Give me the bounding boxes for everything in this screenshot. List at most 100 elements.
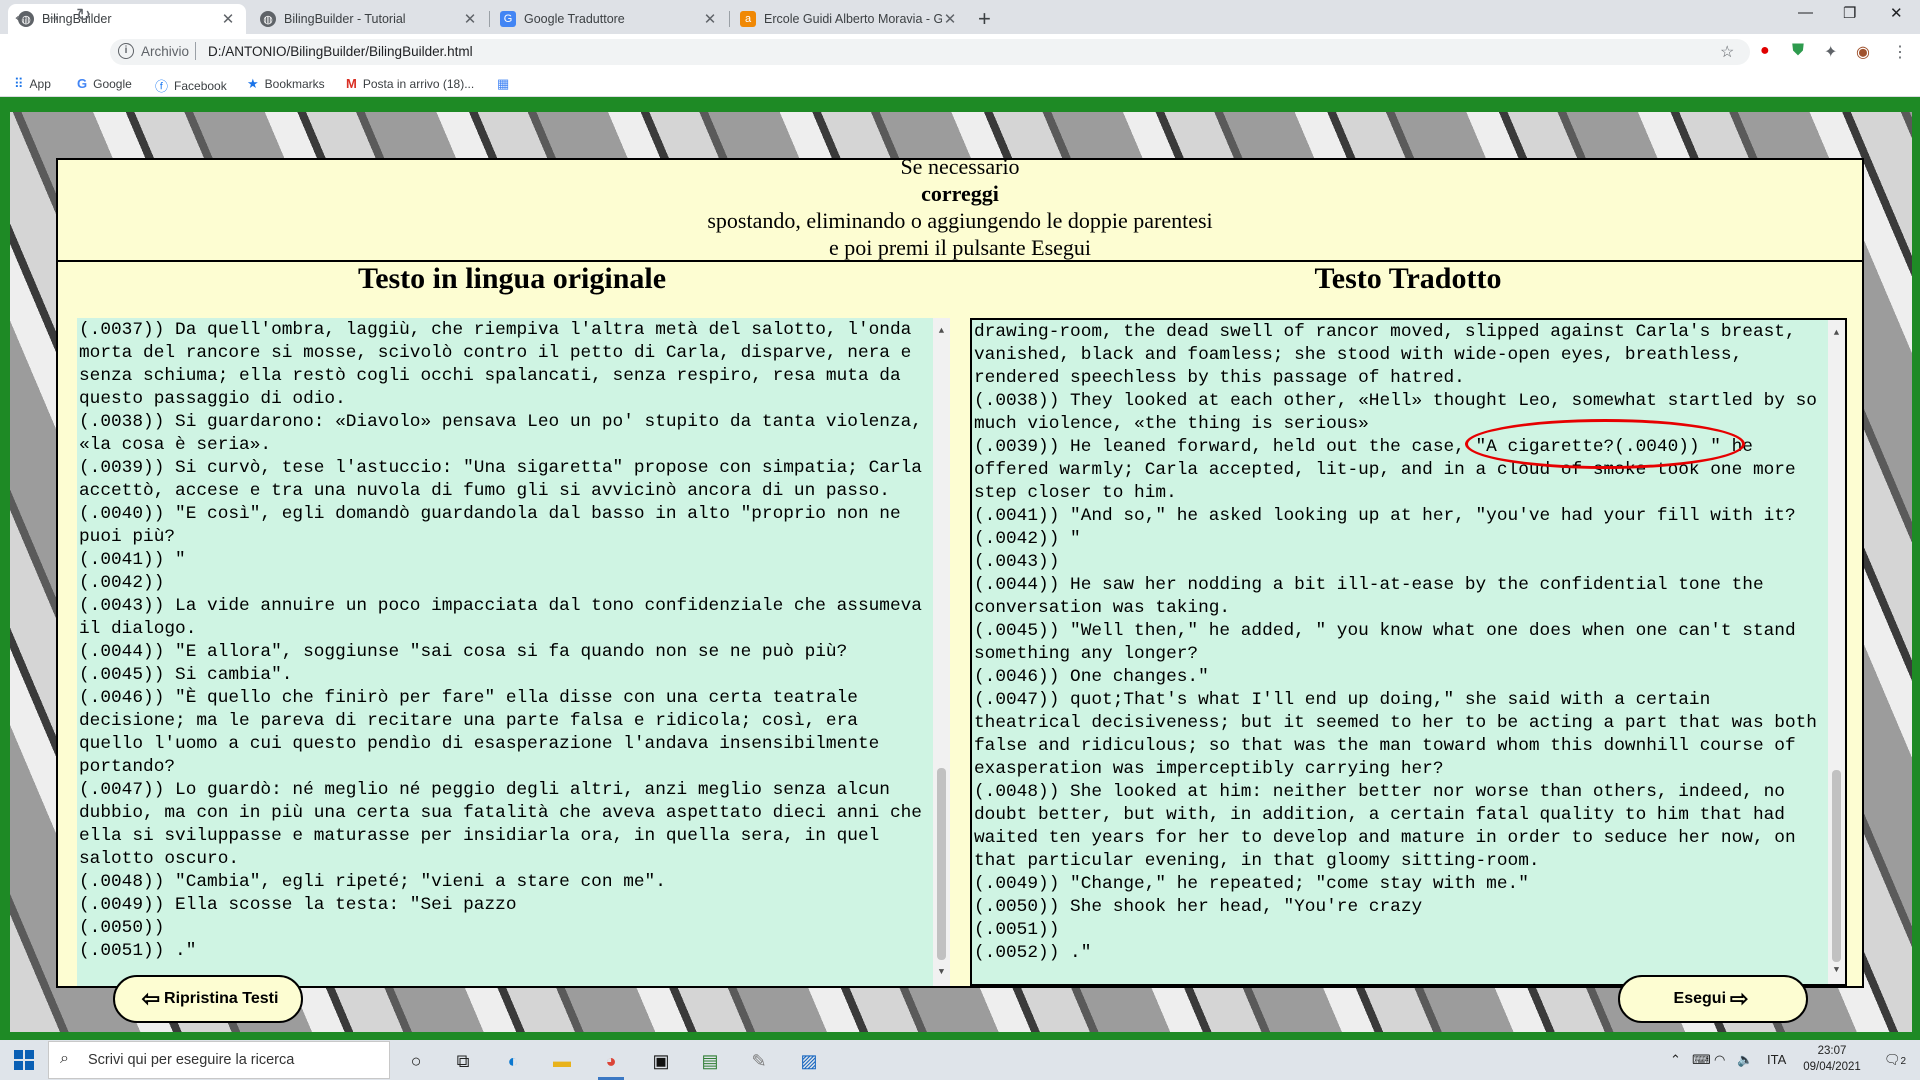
tab-google-translate[interactable]: G Google Traduttore ✕ <box>490 4 728 34</box>
cortana-icon[interactable]: ○ <box>403 1048 429 1074</box>
wifi-icon[interactable]: ◠ <box>1714 1052 1725 1068</box>
bookmark-bookmarks[interactable]: ★ Bookmarks <box>247 76 325 92</box>
forward-icon[interactable]: → <box>44 5 62 26</box>
text-line: salotto oscuro. <box>79 849 240 869</box>
text-line: puoi più? <box>79 527 176 547</box>
scroll-up-icon[interactable]: ▲ <box>933 320 950 343</box>
scroll-down-icon[interactable]: ▼ <box>933 961 950 984</box>
file-explorer-icon[interactable]: ▬ <box>549 1048 575 1074</box>
text-line: (.0049)) "Change," he repeated; "come st… <box>974 874 1529 894</box>
text-line: (.0038)) They looked at each other, «Hel… <box>974 391 1817 411</box>
original-textarea[interactable]: (.0037)) Da quell'ombra, laggiù, che rie… <box>77 318 950 986</box>
windows-start-icon[interactable] <box>14 1050 34 1070</box>
scrollbar-thumb[interactable] <box>1832 770 1841 962</box>
instruction-line-1: Se necessario <box>900 154 1020 179</box>
terminal-icon[interactable]: ▣ <box>648 1048 674 1074</box>
text-line: theatrical decisiveness; but it seemed t… <box>974 713 1817 733</box>
bookmark-google[interactable]: G Google <box>77 76 132 91</box>
text-line: (.0049)) Ella scosse la testa: "Sei pazz… <box>79 895 517 915</box>
scrollbar[interactable]: ▲ ▼ <box>933 318 950 986</box>
text-line: something any longer? <box>974 644 1199 664</box>
text-line: decisione; ma le pareva di recitare una … <box>79 711 858 731</box>
translated-text-content: drawing-room, the dead swell of rancor m… <box>972 320 1845 965</box>
text-line: (.0044)) He saw her nodding a bit ill-at… <box>974 575 1764 595</box>
meet-icon[interactable]: ⌨ <box>1692 1052 1711 1068</box>
text-line: «la cosa è seria». <box>79 435 272 455</box>
text-line: (.0039)) Si curvò, tese l'astuccio: "Una… <box>79 458 922 478</box>
tab-tutorial[interactable]: ◍ BilingBuilder - Tutorial ✕ <box>250 4 488 34</box>
volume-icon[interactable]: 🔈 <box>1737 1052 1753 1068</box>
reload-icon[interactable]: ↻ <box>76 5 91 26</box>
text-line: il dialogo. <box>79 619 197 639</box>
avatar[interactable]: ◉ <box>1856 42 1870 62</box>
url-text[interactable]: D:/ANTONIO/BilingBuilder/BilingBuilder.h… <box>208 44 473 59</box>
info-icon[interactable]: i <box>118 43 134 59</box>
text-line: portando? <box>79 757 176 777</box>
text-line: (.0047)) quot;That's what I'll end up do… <box>974 690 1711 710</box>
tab-moravia[interactable]: a Ercole Guidi Alberto Moravia - Gi ✕ <box>730 4 968 34</box>
instruction-line-3: spostando, eliminando o aggiungendo le d… <box>707 208 1213 233</box>
close-icon[interactable]: ✕ <box>942 10 958 28</box>
photos-icon[interactable]: ▨ <box>796 1048 822 1074</box>
url-divider <box>195 42 196 60</box>
text-line: (.0052)) ." <box>974 943 1092 963</box>
menu-icon[interactable]: ⋮ <box>1892 42 1908 62</box>
notepad-plus-icon[interactable]: ▤ <box>697 1048 723 1074</box>
close-icon[interactable]: ✕ <box>220 10 236 28</box>
text-line: (.0050)) She shook her head, "You're cra… <box>974 897 1423 917</box>
google-translate-icon: ▦ <box>497 76 510 91</box>
text-line: conversation was taking. <box>974 598 1231 618</box>
text-line: quello l'uomo a cui questo pendìo di esa… <box>79 734 880 754</box>
notification-count: 2 <box>1900 1056 1907 1067</box>
bookmark-translate[interactable]: ▦ <box>497 76 515 92</box>
text-line: waited ten years for her to develop and … <box>974 828 1796 848</box>
execute-button[interactable]: Esegui ⇨ <box>1618 975 1808 1023</box>
restore-icon[interactable]: ❐ <box>1843 4 1856 22</box>
search-icon: ⌕ <box>60 1050 69 1067</box>
text-line: (.0037)) Da quell'ombra, laggiù, che rie… <box>79 320 912 340</box>
arrow-right-icon: ⇨ <box>1730 986 1749 1011</box>
bookmark-facebook[interactable]: ⓕ Facebook <box>155 76 227 95</box>
language-indicator[interactable]: ITA <box>1767 1052 1786 1067</box>
text-line: (.0047)) Lo guardò: né meglio né peggio … <box>79 780 890 800</box>
scroll-down-icon[interactable]: ▼ <box>1828 959 1845 982</box>
bookmark-apps[interactable]: ⠿ App <box>14 76 51 92</box>
reset-texts-button[interactable]: ⇦ Ripristina Testi <box>113 975 303 1023</box>
minimize-icon[interactable]: — <box>1798 4 1813 21</box>
extensions-icon[interactable]: ✦ <box>1824 42 1837 62</box>
clock-time: 23:07 <box>1817 1045 1847 1057</box>
paint-brush-icon[interactable]: ✎ <box>746 1048 772 1074</box>
scrollbar[interactable]: ▲ ▼ <box>1828 320 1845 984</box>
close-icon[interactable]: ✕ <box>462 10 478 28</box>
text-line: (.0045)) "Well then," he added, " you kn… <box>974 621 1796 641</box>
opera-extension-icon[interactable]: ● <box>1760 42 1770 60</box>
task-view-icon[interactable]: ⧉ <box>450 1048 476 1074</box>
original-text-content: (.0037)) Da quell'ombra, laggiù, che rie… <box>77 318 950 963</box>
text-line: senza schiuma; ella restò cogli occhi sp… <box>79 366 901 386</box>
text-line: that particular evening, in that gloomy … <box>974 851 1540 871</box>
text-line: (.0043)) <box>974 552 1060 572</box>
scroll-up-icon[interactable]: ▲ <box>1828 322 1845 345</box>
close-icon[interactable]: ✕ <box>702 10 718 28</box>
scrollbar-thumb[interactable] <box>937 768 946 960</box>
translated-text-heading: Testo Tradotto <box>1314 262 1502 295</box>
star-icon[interactable]: ☆ <box>1720 42 1734 62</box>
back-icon[interactable]: ← <box>12 5 30 26</box>
translated-textarea[interactable]: drawing-room, the dead swell of rancor m… <box>970 318 1847 986</box>
text-line: doubt better, but with, in addition, a c… <box>974 805 1785 825</box>
notification-icon[interactable]: 🗨2 <box>1884 1052 1906 1068</box>
text-line: (.0044)) "E allora", soggiunse "sai cosa… <box>79 642 848 662</box>
text-line: dubbio, ma con in più una certa sua fata… <box>79 803 922 823</box>
clock[interactable]: 23:07 09/04/2021 <box>1800 1043 1864 1075</box>
chevron-up-icon[interactable]: ⌃ <box>1670 1052 1681 1068</box>
shield-extension-icon[interactable]: ⛊ <box>1792 42 1804 60</box>
text-line: (.0041)) "And so," he asked looking up a… <box>974 506 1796 526</box>
new-tab-icon[interactable]: + <box>978 6 991 32</box>
close-window-icon[interactable]: ✕ <box>1890 4 1903 22</box>
facebook-icon: ⓕ <box>155 79 169 94</box>
edge-icon[interactable]: ◐ <box>500 1048 526 1074</box>
chrome-icon[interactable]: ◕ <box>598 1048 624 1080</box>
text-line: exasperation was imperceptibly carrying … <box>974 759 1444 779</box>
bookmark-gmail[interactable]: M Posta in arrivo (18)... <box>346 76 474 91</box>
text-line: (.0042)) " <box>974 529 1081 549</box>
